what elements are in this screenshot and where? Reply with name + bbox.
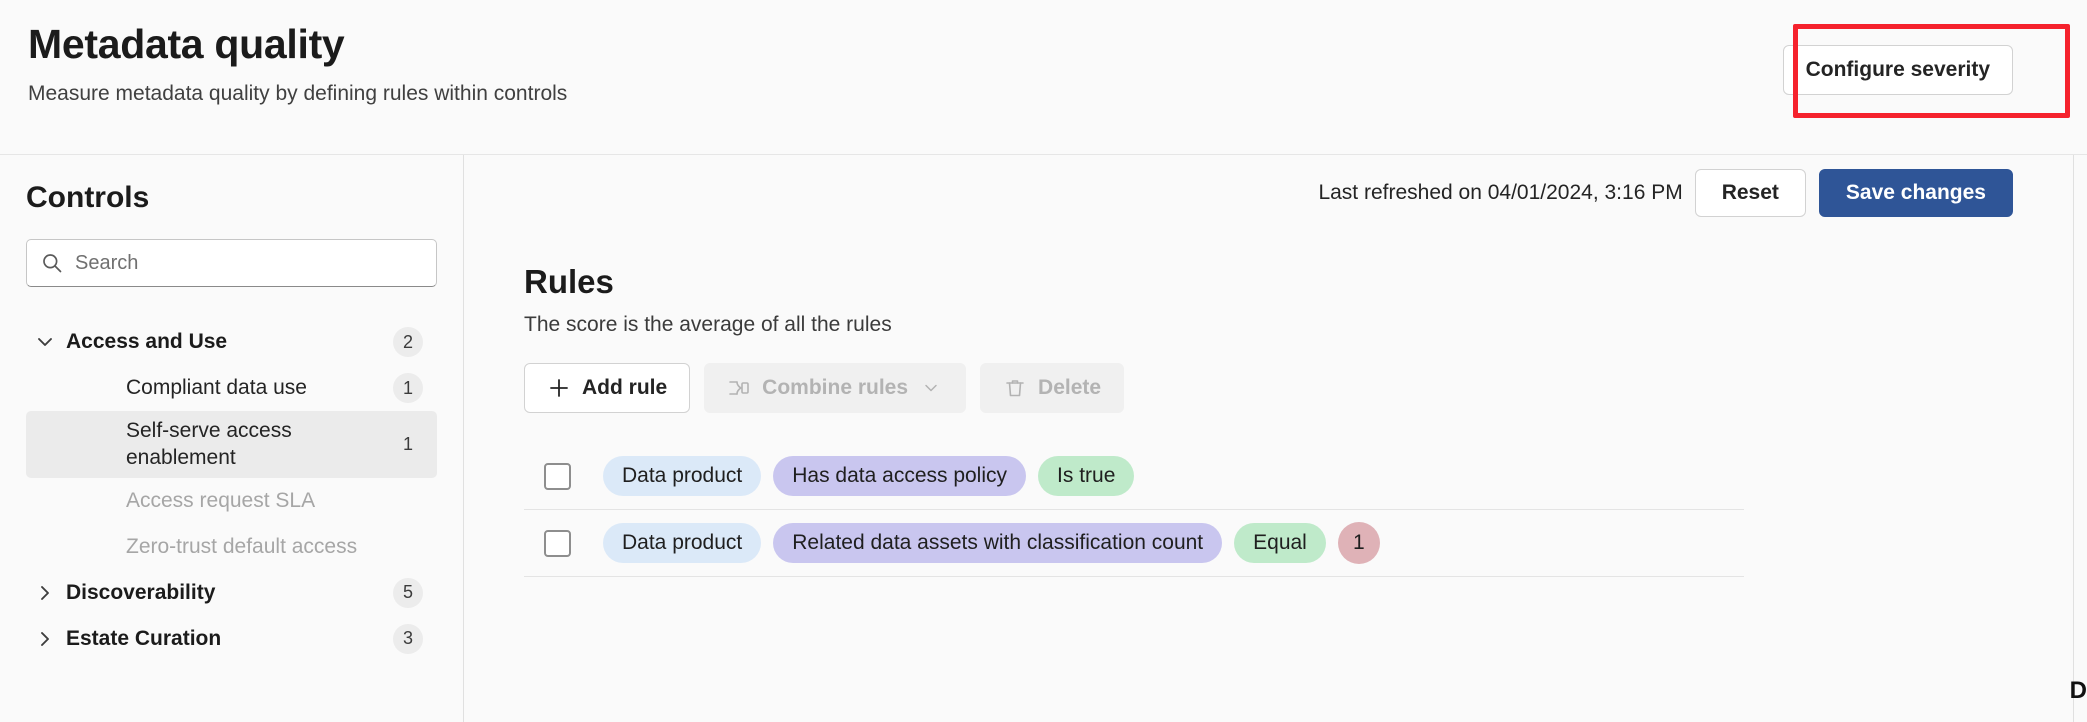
sidebar-item-access-request-sla[interactable]: Access request SLA <box>26 478 437 524</box>
chevron-right-icon <box>32 626 58 652</box>
sidebar-item-zero-trust-default-access[interactable]: Zero-trust default access <box>26 524 437 570</box>
search-icon <box>41 252 63 274</box>
chevron-right-icon <box>32 580 58 606</box>
rule-operator-pill[interactable]: Equal <box>1234 523 1326 563</box>
sidebar-item-count: 1 <box>393 434 423 455</box>
sidebar-item-self-serve-access-enablement[interactable]: Self-serve access enablement 1 <box>26 411 437 478</box>
rule-value-pill[interactable]: 1 <box>1338 522 1380 564</box>
sidebar-item-compliant-data-use[interactable]: Compliant data use 1 <box>26 365 437 411</box>
search-input[interactable] <box>75 252 422 275</box>
rule-attribute-pill[interactable]: Related data assets with classification … <box>773 523 1222 563</box>
rules-title: Rules <box>524 263 2013 301</box>
metadata-quality-page: Metadata quality Measure metadata qualit… <box>0 0 2087 722</box>
sidebar-group-discoverability[interactable]: Discoverability 5 <box>26 570 437 616</box>
rule-operator-pill[interactable]: Is true <box>1038 456 1134 496</box>
rule-row-checkbox[interactable] <box>544 530 571 557</box>
save-changes-button[interactable]: Save changes <box>1819 169 2013 217</box>
combine-rules-button[interactable]: Combine rules <box>704 363 966 413</box>
delete-button[interactable]: Delete <box>980 363 1124 413</box>
chevron-down-icon <box>32 329 58 355</box>
sidebar-group-access-and-use[interactable]: Access and Use 2 <box>26 319 437 365</box>
reset-button[interactable]: Reset <box>1695 169 1806 217</box>
delete-label: Delete <box>1038 376 1101 400</box>
rules-section: Rules The score is the average of all th… <box>464 231 2087 722</box>
body-area: Controls A <box>0 155 2087 722</box>
configure-severity-button[interactable]: Configure severity <box>1783 45 2013 95</box>
page-header: Metadata quality Measure metadata qualit… <box>0 0 2087 155</box>
page-title: Metadata quality <box>28 22 2057 68</box>
controls-tree: Access and Use 2 Compliant data use 1 Se… <box>26 319 437 662</box>
rule-entity-pill[interactable]: Data product <box>603 456 761 496</box>
add-rule-label: Add rule <box>582 376 667 400</box>
sidebar-title: Controls <box>26 181 437 215</box>
main-panel: Last refreshed on 04/01/2024, 3:16 PM Re… <box>464 155 2087 722</box>
sidebar-group-label: Access and Use <box>66 330 393 354</box>
table-row: Data product Has data access policy Is t… <box>524 443 1744 510</box>
combine-rules-label: Combine rules <box>762 376 908 400</box>
page-subtitle: Measure metadata quality by defining rul… <box>28 82 2057 106</box>
sidebar-group-estate-curation[interactable]: Estate Curation 3 <box>26 616 437 662</box>
rule-entity-pill[interactable]: Data product <box>603 523 761 563</box>
rule-row-checkbox[interactable] <box>544 463 571 490</box>
sidebar-item-label: Self-serve access enablement <box>126 417 393 472</box>
sidebar-group-count: 5 <box>393 578 423 608</box>
plus-icon <box>547 376 571 400</box>
sidebar-item-label: Access request SLA <box>126 487 423 514</box>
sidebar-item-label: Zero-trust default access <box>126 533 423 560</box>
sidebar-group-count: 2 <box>393 327 423 357</box>
main-toolbar: Last refreshed on 04/01/2024, 3:16 PM Re… <box>464 155 2087 231</box>
sidebar-group-label: Discoverability <box>66 581 393 605</box>
combine-icon <box>727 376 751 400</box>
rules-actions-toolbar: Add rule Combine rules <box>524 363 2013 413</box>
rules-list: Data product Has data access policy Is t… <box>524 443 2013 577</box>
table-row: Data product Related data assets with cl… <box>524 510 1744 577</box>
sidebar-item-label: Compliant data use <box>126 374 393 401</box>
trash-icon <box>1003 376 1027 400</box>
sidebar-group-count: 3 <box>393 624 423 654</box>
rules-subtitle: The score is the average of all the rule… <box>524 313 2013 337</box>
page-right-edge <box>2073 155 2087 722</box>
last-refreshed-label: Last refreshed on 04/01/2024, 3:16 PM <box>1318 181 1682 205</box>
search-box[interactable] <box>26 239 437 287</box>
edge-cutoff-glyph: D <box>2070 679 2087 703</box>
controls-sidebar: Controls A <box>0 155 464 722</box>
rule-attribute-pill[interactable]: Has data access policy <box>773 456 1026 496</box>
add-rule-button[interactable]: Add rule <box>524 363 690 413</box>
chevron-down-icon <box>919 376 943 400</box>
sidebar-item-count: 1 <box>393 373 423 403</box>
sidebar-group-label: Estate Curation <box>66 627 393 651</box>
